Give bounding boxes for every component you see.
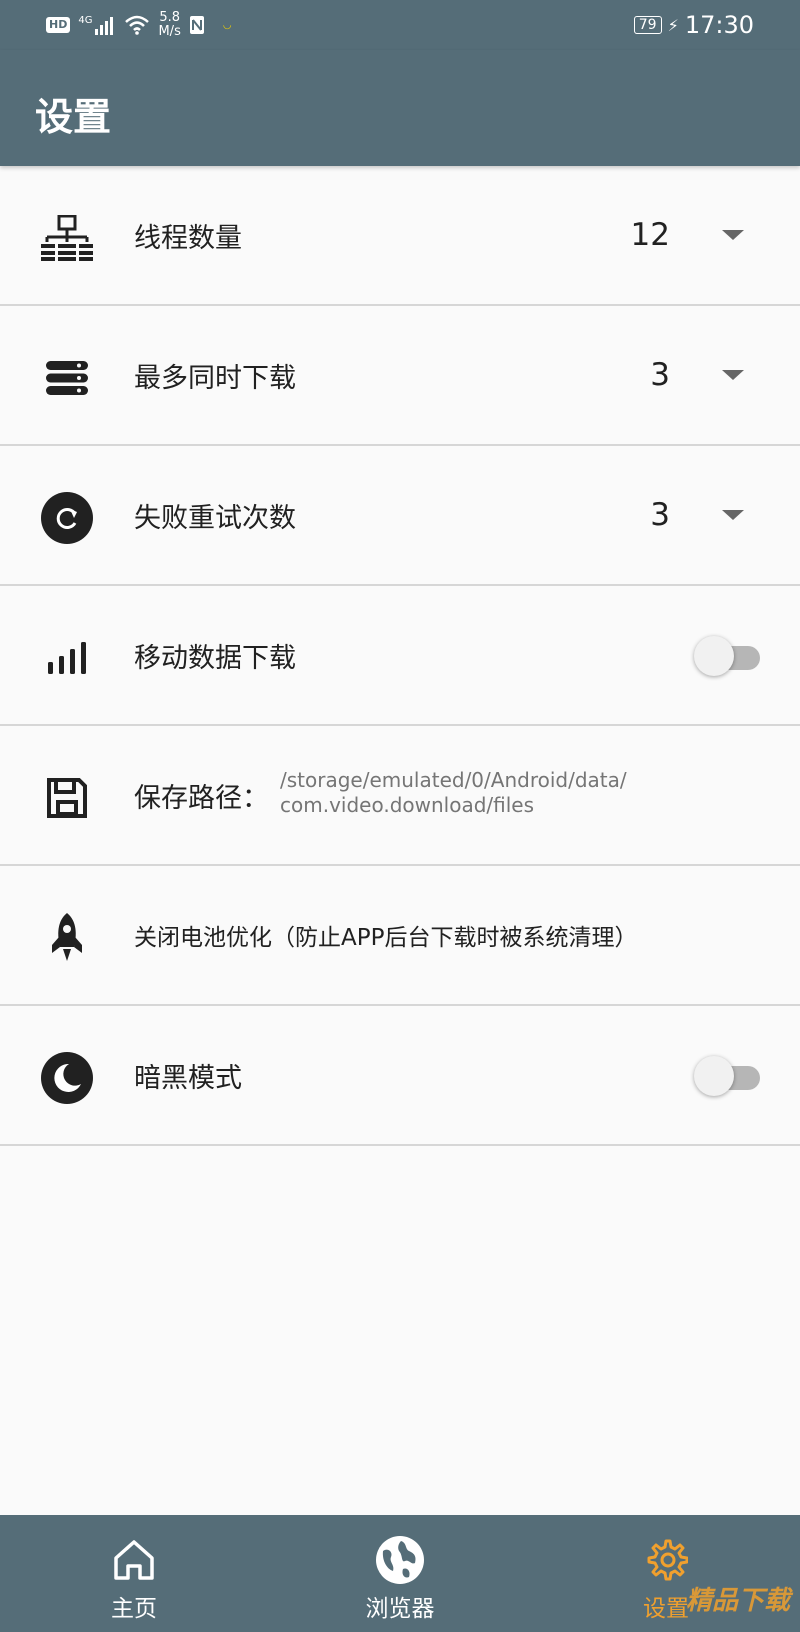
page-title: 设置 [35,95,112,139]
save-path-value[interactable]: /storage/emulated/0/Android/data/ com.vi… [280,768,627,818]
notification-dot-icon: ◡ [222,19,232,31]
dark-mode-toggle-thumb [694,1056,734,1096]
status-right: 79 ⚡ 17:30 [633,0,754,50]
threads-label: 线程数量 [134,222,242,254]
stack-icon [40,351,94,405]
max-downloads-value[interactable]: 3 [650,306,670,444]
hd-badge: HD [46,17,71,33]
wifi-icon [125,15,150,35]
net-speed-unit: M/s [158,24,181,39]
network-tree-icon [40,211,94,265]
status-left: HD 4G 5.8 M/s ◡ [46,0,232,50]
max-downloads-label: 最多同时下载 [134,362,296,394]
save-path-line2: com.video.download/files [280,793,535,817]
globe-icon [375,1535,425,1585]
charging-icon: ⚡ [667,15,679,35]
gear-icon [641,1535,691,1585]
setting-row-dark-mode[interactable]: 暗黑模式 [0,1006,800,1146]
retry-label: 失败重试次数 [134,502,296,534]
save-path-label: 保存路径： [134,782,269,814]
threads-value[interactable]: 12 [631,166,670,304]
nav-label-home: 主页 [111,1596,157,1622]
home-icon [109,1535,159,1585]
moon-icon [40,1051,94,1105]
threads-dropdown-arrow-icon[interactable] [722,230,744,240]
nfc-icon [189,16,204,34]
setting-row-mobile-data[interactable]: 移动数据下载 [0,586,800,726]
setting-row-threads[interactable]: 线程数量 12 [0,166,800,306]
net-speed-value: 5.8 [159,10,180,25]
nav-item-home[interactable]: 主页 [54,1515,214,1632]
network-type: 4G [78,14,93,26]
refresh-icon [40,491,94,545]
settings-list: 线程数量 12 最多同时下载 3 失败重试次数 3 移动数据下载 保存路径： /… [0,166,800,1146]
nav-label-settings: 设置 [643,1596,689,1622]
battery-optimization-label: 关闭电池优化（防止APP后台下载时被系统清理） [134,925,638,951]
battery-indicator: 79 [633,16,662,34]
save-path-line1: /storage/emulated/0/Android/data/ [280,768,627,792]
mobile-data-toggle[interactable] [694,636,760,676]
setting-row-save-path[interactable]: 保存路径： /storage/emulated/0/Android/data/ … [0,726,800,866]
signal-bars-icon [40,631,94,685]
clock: 17:30 [684,11,754,39]
watermark: 精品下载 [685,1586,790,1616]
dark-mode-toggle[interactable] [694,1056,760,1096]
floppy-disk-icon [40,771,94,825]
net-speed: 5.8 M/s [158,11,180,39]
nav-label-browser: 浏览器 [365,1596,435,1622]
mobile-data-toggle-thumb [694,636,734,676]
setting-row-retry[interactable]: 失败重试次数 3 [0,446,800,586]
app-bar: 设置 [0,50,800,166]
retry-value[interactable]: 3 [650,446,670,584]
nav-item-browser[interactable]: 浏览器 [320,1515,480,1632]
cellular-signal-icon [95,17,114,35]
bottom-nav: 主页 浏览器 设置 [0,1515,800,1632]
setting-row-max-downloads[interactable]: 最多同时下载 3 [0,306,800,446]
max-downloads-dropdown-arrow-icon[interactable] [722,370,744,380]
mobile-data-label: 移动数据下载 [134,642,296,674]
rocket-icon [40,911,94,965]
retry-dropdown-arrow-icon[interactable] [722,510,744,520]
setting-row-battery-optimization[interactable]: 关闭电池优化（防止APP后台下载时被系统清理） [0,866,800,1006]
dark-mode-label: 暗黑模式 [134,1062,242,1094]
status-bar: HD 4G 5.8 M/s ◡ 79 ⚡ 17:30 [0,0,800,50]
